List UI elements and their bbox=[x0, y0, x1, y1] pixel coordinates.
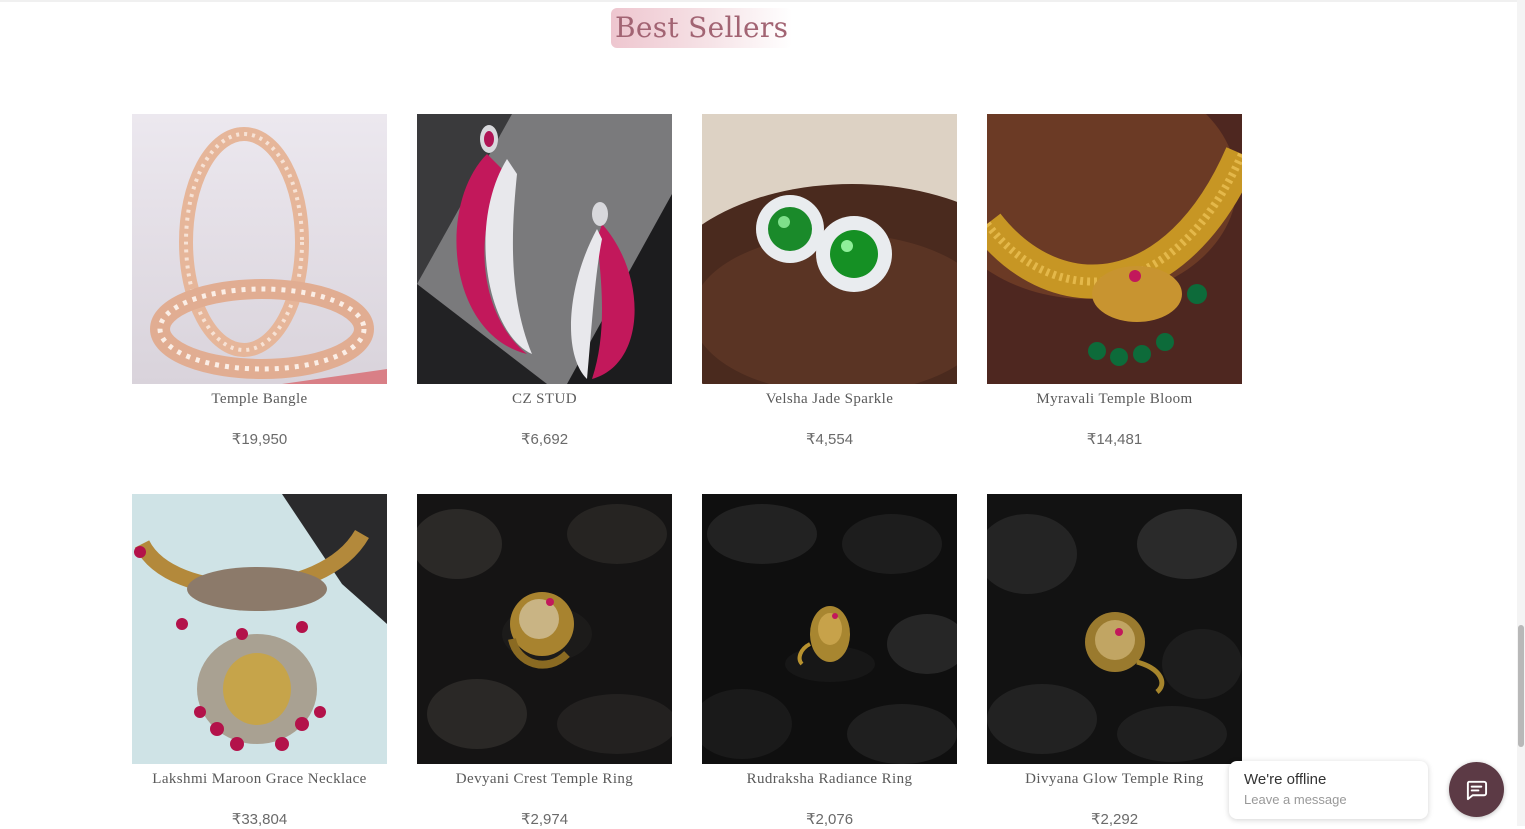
section-title: Best Sellers bbox=[611, 8, 793, 48]
chat-icon bbox=[1466, 780, 1488, 801]
product-name[interactable]: Lakshmi Maroon Grace Necklace bbox=[132, 769, 387, 789]
top-divider bbox=[0, 0, 1517, 2]
product-card[interactable]: Lakshmi Maroon Grace Necklace ₹33,804 bbox=[132, 494, 387, 829]
product-image[interactable] bbox=[987, 114, 1242, 384]
product-image[interactable] bbox=[132, 114, 387, 384]
product-name[interactable]: Rudraksha Radiance Ring bbox=[702, 769, 957, 789]
product-name[interactable]: Divyana Glow Temple Ring bbox=[987, 769, 1242, 789]
page-scrollbar[interactable] bbox=[1517, 0, 1525, 826]
product-card[interactable]: Divyana Glow Temple Ring ₹2,292 bbox=[987, 494, 1242, 829]
product-image[interactable] bbox=[417, 114, 672, 384]
product-image[interactable] bbox=[132, 494, 387, 764]
product-card[interactable]: Rudraksha Radiance Ring ₹2,076 bbox=[702, 494, 957, 829]
chat-status-text: We're offline bbox=[1244, 771, 1327, 788]
product-name[interactable]: Temple Bangle bbox=[132, 389, 387, 409]
chat-leave-message[interactable]: Leave a message bbox=[1244, 792, 1347, 807]
product-price: ₹4,554 bbox=[805, 431, 854, 448]
product-price: ₹6,692 bbox=[520, 431, 569, 448]
product-name[interactable]: Myravali Temple Bloom bbox=[987, 389, 1242, 409]
product-image[interactable] bbox=[987, 494, 1242, 764]
product-image[interactable] bbox=[702, 494, 957, 764]
product-price: ₹19,950 bbox=[231, 431, 288, 448]
product-card[interactable]: Devyani Crest Temple Ring ₹2,974 bbox=[417, 494, 672, 829]
product-price: ₹2,974 bbox=[520, 811, 569, 828]
product-price: ₹14,481 bbox=[1086, 431, 1143, 448]
product-card[interactable]: Velsha Jade Sparkle ₹4,554 bbox=[702, 114, 957, 449]
product-image[interactable] bbox=[417, 494, 672, 764]
product-image[interactable] bbox=[702, 114, 957, 384]
chat-status-bubble[interactable]: We're offline Leave a message bbox=[1229, 761, 1428, 819]
product-card[interactable]: CZ STUD ₹6,692 bbox=[417, 114, 672, 449]
product-name[interactable]: Devyani Crest Temple Ring bbox=[417, 769, 672, 789]
product-card[interactable]: Temple Bangle ₹19,950 bbox=[132, 114, 387, 449]
product-card[interactable]: Myravali Temple Bloom ₹14,481 bbox=[987, 114, 1242, 449]
scrollbar-thumb[interactable] bbox=[1518, 625, 1524, 747]
product-name[interactable]: CZ STUD bbox=[417, 389, 672, 409]
product-name[interactable]: Velsha Jade Sparkle bbox=[702, 389, 957, 409]
product-price: ₹33,804 bbox=[231, 811, 288, 828]
product-price: ₹2,292 bbox=[1090, 811, 1139, 828]
chat-launcher-button[interactable] bbox=[1449, 762, 1504, 817]
product-price: ₹2,076 bbox=[805, 811, 854, 828]
